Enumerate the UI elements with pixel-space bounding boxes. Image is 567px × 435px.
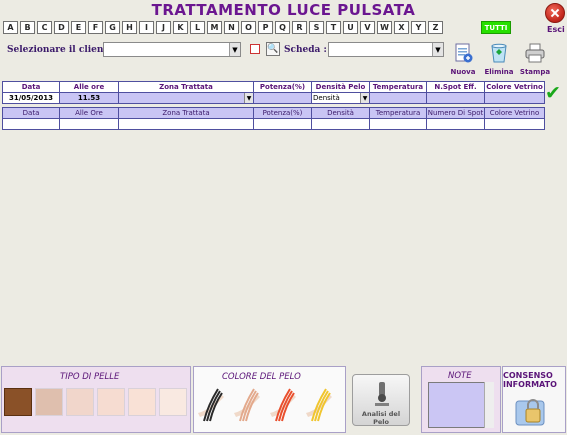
header-zona: Zona Trattata (118, 81, 254, 93)
list-header-densita: Densità (311, 107, 370, 119)
densita-select-value: Densità (313, 94, 340, 102)
window-title: TRATTAMENTO LUCE PULSATA (151, 1, 416, 19)
hair-color-swatch[interactable] (304, 383, 334, 423)
list-header-data: Data (2, 107, 60, 119)
hair-color-swatch[interactable] (268, 383, 298, 423)
letter-button-d[interactable]: D (54, 21, 69, 34)
temperatura-input[interactable] (369, 92, 427, 104)
letter-button-c[interactable]: C (37, 21, 52, 34)
letter-button-k[interactable]: K (173, 21, 188, 34)
header-colore: Colore Vetrino (484, 81, 545, 93)
table-row[interactable] (2, 118, 545, 130)
records-list-area (2, 131, 565, 360)
close-button[interactable] (545, 3, 565, 23)
skin-tone-swatch[interactable] (66, 388, 94, 416)
elimina-label: Elimina (484, 68, 514, 76)
magnifier-icon: 🔍 (267, 44, 279, 54)
printer-icon[interactable] (524, 42, 546, 64)
letter-button-w[interactable]: W (377, 21, 392, 34)
consenso-title: CONSENSO INFORMATO (503, 371, 557, 389)
note-title: NOTE (448, 371, 472, 381)
list-header-ora: Alle Ore (59, 107, 119, 119)
letter-button-e[interactable]: E (71, 21, 86, 34)
search-client-button[interactable]: 🔍 (266, 42, 280, 56)
header-data: Data (2, 81, 60, 93)
table-header-row: Data Alle ore Zona Trattata Potenza(%) D… (2, 81, 545, 93)
nuova-label: Nuova (450, 68, 476, 76)
letter-button-n[interactable]: N (224, 21, 239, 34)
letter-button-a[interactable]: A (3, 21, 18, 34)
letter-button-i[interactable]: I (139, 21, 154, 34)
hair-color-swatch[interactable] (196, 383, 226, 423)
letter-button-m[interactable]: M (207, 21, 222, 34)
scheda-label: Scheda : (284, 45, 327, 55)
chevron-down-icon: ▼ (360, 93, 369, 103)
list-header-row: Data Alle Ore Zona Trattata Potenza(%) D… (2, 107, 545, 119)
letter-button-t[interactable]: T (326, 21, 341, 34)
app-window: TRATTAMENTO LUCE PULSATA Esci ABCDEFGHIJ… (0, 0, 567, 435)
header-potenza: Potenza(%) (253, 81, 312, 93)
header-temperatura: Temperatura (369, 81, 427, 93)
letter-button-y[interactable]: Y (411, 21, 426, 34)
treatment-table: Data Alle ore Zona Trattata Potenza(%) D… (2, 81, 545, 130)
ora-input[interactable]: 11.53 (59, 92, 119, 104)
scheda-select[interactable]: ▼ (328, 42, 444, 57)
letter-button-j[interactable]: J (156, 21, 171, 34)
confirm-checkmark-icon[interactable]: ✔ (545, 82, 561, 104)
lock-folder-icon[interactable] (514, 393, 550, 429)
letter-button-h[interactable]: H (122, 21, 137, 34)
header-ora: Alle ore (59, 81, 119, 93)
colore-input[interactable] (484, 92, 545, 104)
letter-button-f[interactable]: F (88, 21, 103, 34)
list-header-potenza: Potenza(%) (253, 107, 312, 119)
esci-label: Esci (547, 25, 565, 34)
letter-button-l[interactable]: L (190, 21, 205, 34)
recycle-bin-icon[interactable] (488, 42, 510, 64)
letter-button-u[interactable]: U (343, 21, 358, 34)
skin-tone-swatch[interactable] (128, 388, 156, 416)
list-header-spot: Numero Di Spot (426, 107, 485, 119)
chevron-down-icon: ▼ (432, 43, 443, 56)
hair-color-swatch[interactable] (232, 383, 262, 423)
chevron-down-icon: ▼ (229, 43, 240, 56)
letter-button-x[interactable]: X (394, 21, 409, 34)
analisi-label: Analisi del Pelo (361, 410, 401, 426)
skin-tone-swatch[interactable] (159, 388, 187, 416)
filter-tutti-button[interactable]: TUTTI (481, 21, 511, 34)
letter-button-p[interactable]: P (258, 21, 273, 34)
header-spot: N.Spot Eff. (426, 81, 485, 93)
skin-tone-swatch[interactable] (97, 388, 125, 416)
new-document-icon[interactable] (452, 42, 474, 64)
header-densita: Densità Pelo (311, 81, 370, 93)
tipo-pelle-title: TIPO DI PELLE (60, 372, 120, 382)
letter-button-z[interactable]: Z (428, 21, 443, 34)
letter-button-r[interactable]: R (292, 21, 307, 34)
letter-filter-bar: ABCDEFGHIJKLMNOPQRSTUVWXYZ (3, 21, 443, 34)
letter-button-q[interactable]: Q (275, 21, 290, 34)
spot-input[interactable] (426, 92, 485, 104)
input-row: 31/05/2013 11.53 ▼ Densità ▼ (2, 92, 545, 104)
list-header-temperatura: Temperatura (369, 107, 427, 119)
letter-button-s[interactable]: S (309, 21, 324, 34)
data-input[interactable]: 31/05/2013 (2, 92, 60, 104)
skin-tone-swatch[interactable] (35, 388, 63, 416)
letter-button-v[interactable]: V (360, 21, 375, 34)
letter-button-o[interactable]: O (241, 21, 256, 34)
list-header-colore: Colore Vetrino (484, 107, 545, 119)
letter-button-g[interactable]: G (105, 21, 120, 34)
stampa-label: Stampa (519, 68, 551, 76)
colore-pelo-title: COLORE DEL PELO (222, 372, 301, 382)
zona-select[interactable]: ▼ (118, 92, 254, 104)
list-header-zona: Zona Trattata (118, 107, 254, 119)
potenza-input[interactable] (253, 92, 312, 104)
skin-tone-swatch[interactable] (4, 388, 32, 416)
densita-select[interactable]: Densità ▼ (311, 92, 370, 104)
letter-button-b[interactable]: B (20, 21, 35, 34)
chevron-down-icon: ▼ (244, 93, 253, 103)
note-scrollbar[interactable] (484, 382, 494, 428)
client-label: Selezionare il cliente: (7, 45, 117, 55)
new-client-button[interactable] (250, 44, 260, 54)
client-select[interactable]: ▼ (103, 42, 241, 57)
microscope-icon (375, 382, 389, 406)
